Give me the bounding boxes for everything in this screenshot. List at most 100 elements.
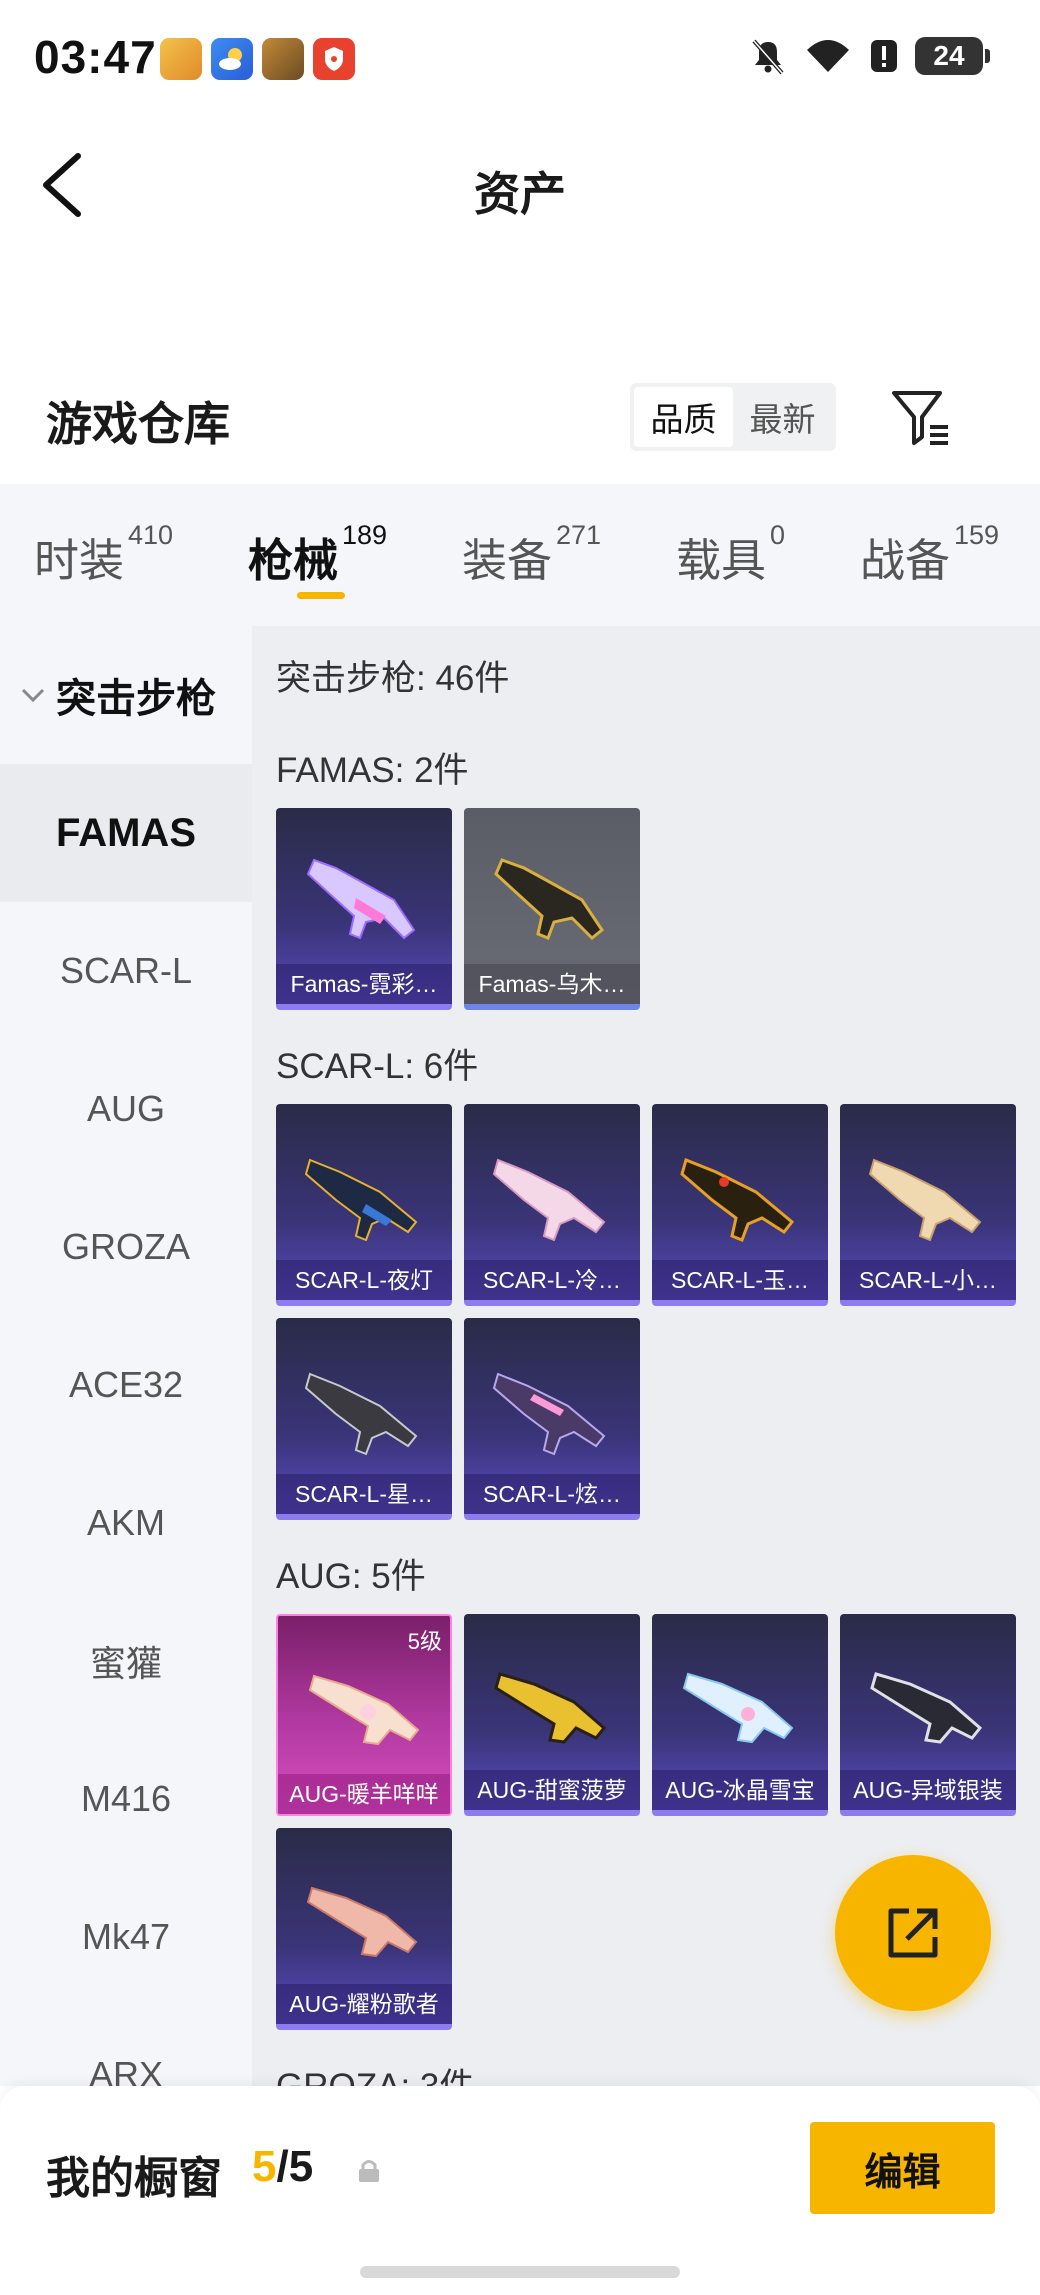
showcase-separator: / (276, 2142, 289, 2191)
weapon-skin-image (304, 1158, 418, 1242)
sidebar-item-m416[interactable]: M416 (0, 1730, 252, 1868)
weapon-card-name: SCAR-L-冷… (464, 1260, 640, 1300)
tab-count: 0 (770, 520, 786, 550)
chevron-down-icon (21, 688, 45, 703)
tab-label: 枪械 (248, 535, 339, 586)
showcase-current: 5 (252, 2142, 277, 2191)
tab-equipment[interactable]: 装备 271 (462, 520, 601, 589)
sidebar-item-scar-l[interactable]: SCAR-L (0, 902, 252, 1040)
weapon-skin-image (492, 1158, 606, 1242)
weapon-card-name: AUG-异域银装 (840, 1770, 1016, 1810)
weapon-card-name: SCAR-L-小… (840, 1260, 1016, 1300)
game-app-icon-2 (262, 38, 304, 80)
weapon-card[interactable]: Famas-乌木… (464, 808, 640, 1010)
weapon-card[interactable]: SCAR-L-夜灯 (276, 1104, 452, 1306)
wifi-icon (807, 40, 849, 72)
weapon-skin-image (870, 1672, 983, 1744)
sidebar-group-label: 突击步枪 (56, 677, 216, 721)
category-total: 突击步枪: 46件 (276, 659, 510, 698)
weather-icon (211, 38, 253, 80)
weapon-card[interactable]: AUG-异域银装 (840, 1614, 1016, 1816)
weapon-card-name: Famas-乌木… (464, 964, 640, 1004)
weapon-card-name: AUG-暖羊咩咩 (278, 1774, 450, 1814)
weapon-skin-image (306, 1886, 418, 1958)
sidebar-item-ace32[interactable]: ACE32 (0, 1316, 252, 1454)
tab-label: 装备 (462, 535, 553, 586)
sort-latest-button[interactable]: 最新 (733, 387, 832, 447)
group-label-scar-l: SCAR-L: 6件 (276, 1047, 479, 1086)
edit-button[interactable]: 编辑 (810, 2122, 995, 2214)
category-tabs: 时装 410 枪械 189 装备 271 载具 0 战备 159 (0, 484, 1040, 626)
tab-label: 载具 (676, 535, 767, 586)
weapon-skin-image (492, 1372, 606, 1456)
weapon-skin-image (868, 1158, 982, 1242)
status-right-icons: 24 (749, 36, 990, 76)
weapon-skin-image (304, 1372, 418, 1456)
weapon-skin-image (494, 1672, 607, 1744)
weapon-card[interactable]: SCAR-L-星… (276, 1318, 452, 1520)
header: 资产 (0, 120, 1040, 370)
sidebar-item-groza[interactable]: GROZA (0, 1178, 252, 1316)
tab-firearms[interactable]: 枪械 189 (248, 520, 387, 589)
sort-toggle: 品质 最新 (630, 383, 836, 451)
home-indicator[interactable] (360, 2266, 680, 2278)
weapon-card-name: SCAR-L-炫… (464, 1474, 640, 1514)
page-title: 资产 (474, 168, 566, 220)
weapon-skin-image (682, 1672, 794, 1744)
weapon-card-name: AUG-冰晶雪宝 (652, 1770, 828, 1810)
tab-count: 159 (954, 520, 1000, 550)
lock-icon (359, 2160, 379, 2182)
weapon-skin-image (494, 858, 605, 941)
battery-level: 24 (915, 37, 983, 75)
tab-count: 271 (556, 520, 602, 550)
weapon-card[interactable]: SCAR-L-玉… (652, 1104, 828, 1306)
weapon-card[interactable]: 5级 AUG-暖羊咩咩 (276, 1614, 452, 1816)
weapon-card[interactable]: AUG-耀粉歌者 (276, 1828, 452, 2030)
weapon-card[interactable]: SCAR-L-小… (840, 1104, 1016, 1306)
weapon-card[interactable]: SCAR-L-冷… (464, 1104, 640, 1306)
sidebar-group-assault-rifles[interactable]: 突击步枪 (0, 626, 252, 764)
tab-fashion[interactable]: 时装 410 (34, 520, 173, 589)
filter-button[interactable] (888, 385, 954, 451)
sidebar-item-mk47[interactable]: Mk47 (0, 1868, 252, 2006)
showcase-bar: 我的橱窗 5/5 编辑 (0, 2086, 1040, 2295)
weapon-skin-image (680, 1157, 795, 1242)
weapon-card[interactable]: SCAR-L-炫… (464, 1318, 640, 1520)
sort-quality-button[interactable]: 品质 (634, 387, 733, 447)
weapon-card[interactable]: AUG-甜蜜菠萝 (464, 1614, 640, 1816)
weapon-sidebar: 突击步枪 FAMAS SCAR-L AUG GROZA ACE32 AKM 蜜獾… (0, 626, 252, 2086)
weapon-skin-image (306, 858, 416, 940)
tab-supplies[interactable]: 战备 159 (860, 520, 999, 589)
group-label-aug: AUG: 5件 (276, 1557, 426, 1596)
filter-icon (892, 391, 948, 445)
weapon-card[interactable]: Famas-霓彩… (276, 808, 452, 1010)
sidebar-item-famas[interactable]: FAMAS (0, 764, 252, 902)
sidebar-item-arx[interactable]: ARX (0, 2006, 252, 2086)
warehouse-title: 游戏仓库 (46, 398, 230, 450)
share-icon (888, 1908, 938, 1958)
status-bar: 03:47 24 (0, 0, 1040, 120)
weapon-level-badge: 5级 (407, 1629, 442, 1654)
shield-app-icon (313, 38, 355, 80)
showcase-total: 5 (288, 2142, 314, 2191)
tab-vehicles[interactable]: 载具 0 (676, 520, 785, 589)
tab-label: 战备 (860, 535, 951, 586)
weapon-card[interactable]: AUG-冰晶雪宝 (652, 1614, 828, 1816)
alert-icon (871, 40, 897, 72)
weapon-card-name: SCAR-L-星… (276, 1474, 452, 1514)
showcase-label: 我的橱窗 (46, 2154, 222, 2203)
mute-icon (752, 39, 784, 75)
sidebar-item-honey-badger[interactable]: 蜜獾 (0, 1592, 252, 1730)
battery-indicator: 24 (915, 37, 990, 75)
group-label-groza: GROZA: 3件 (276, 2058, 474, 2086)
tab-label: 时装 (34, 535, 125, 586)
status-time: 03:47 (34, 31, 157, 83)
share-button[interactable] (835, 1855, 991, 2011)
sidebar-item-akm[interactable]: AKM (0, 1454, 252, 1592)
sidebar-item-aug[interactable]: AUG (0, 1040, 252, 1178)
game-app-icon (160, 38, 202, 80)
weapon-card-name: AUG-甜蜜菠萝 (464, 1770, 640, 1810)
weapon-card-name: SCAR-L-夜灯 (276, 1260, 452, 1300)
tab-count: 410 (128, 520, 174, 550)
tab-count: 189 (342, 520, 388, 550)
